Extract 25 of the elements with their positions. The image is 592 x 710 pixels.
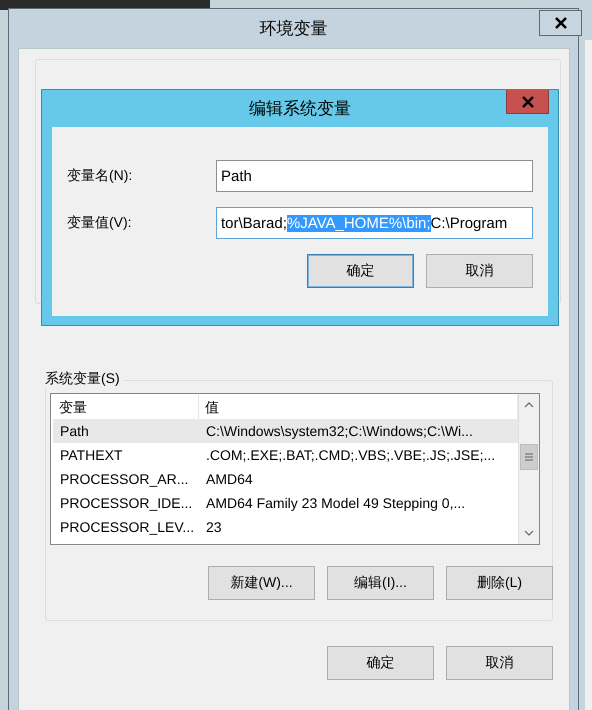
close-button[interactable] [539,10,582,36]
group-label: 系统变量(S) [45,370,124,388]
dialog-button[interactable]: 取消 [446,646,553,680]
variable-row[interactable]: Path C:\Windows\system32;C:\Windows;C:\Wi... [53,419,518,443]
window-title: 环境变量 [260,18,328,40]
input-field[interactable]: tor\Barad;%JAVA_HOME%\bin;C:\Program [216,207,533,239]
variable-row[interactable]: PROCESSOR_AR... AMD64 [53,467,518,491]
close-icon [554,17,566,29]
dialog-button[interactable]: 删除(L) [446,566,553,600]
close-icon [522,96,534,108]
dialog-button[interactable]: 编辑(I)... [327,566,434,600]
variable-row[interactable]: PROCESSOR_LEV... 23 [53,515,518,539]
scroll-thumb[interactable] [520,444,538,470]
field-label: 变量值(V): [67,214,133,232]
dialog-button[interactable]: 取消 [426,254,533,288]
scrollbar[interactable] [518,394,539,544]
field-label: 变量名(N): [67,167,134,185]
dialog-title: 编辑系统变量 [249,98,351,120]
dialog-button[interactable]: 确定 [307,254,414,288]
variable-list[interactable]: 变量 值 Path C:\Windows\system32;C:\Windows;C:\Wi... PATHEXT .COM;.EXE;.BAT;.CMD;.VBS;.VBE;.JS;.JSE;... PROCESSOR_AR... AMD64 PROCESSOR_IDE... AMD64 Family 23 Model 49 Stepping 0,... PROCESSOR_LEV... 23 [50,393,540,545]
variable-row[interactable]: PROCESSOR_IDE... AMD64 Family 23 Model 49 Stepping 0,... [53,491,518,515]
dialog-button[interactable]: 确定 [327,646,434,680]
variable-row[interactable]: PATHEXT .COM;.EXE;.BAT;.CMD;.VBS;.VBE;.JS;.JSE;... [53,443,518,467]
dialog-button[interactable]: 新建(W)... [208,566,315,600]
input-field[interactable]: Path [216,160,533,192]
